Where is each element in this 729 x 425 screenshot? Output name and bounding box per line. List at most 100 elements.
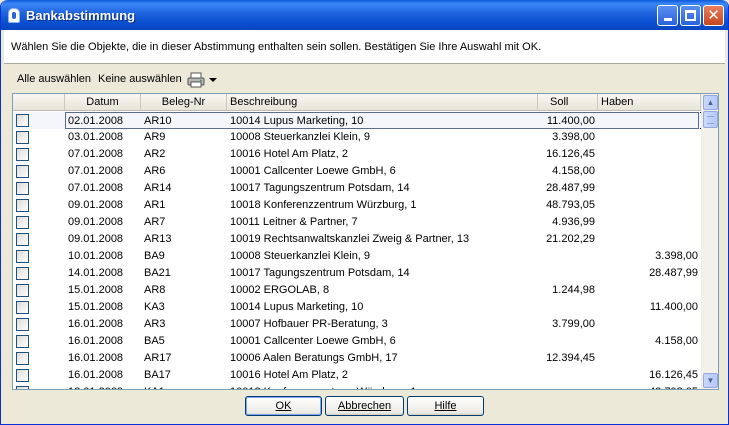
table-row[interactable]: 15.01.2008 AR8 10002 ERGOLAB, 8 1.244,98 <box>13 282 701 299</box>
row-checkbox[interactable] <box>16 386 29 389</box>
header-beschreibung[interactable]: Beschreibung <box>227 94 538 111</box>
cell-datum: 09.01.2008 <box>68 199 124 211</box>
row-checkbox[interactable] <box>16 369 29 382</box>
row-checkbox[interactable] <box>16 165 29 178</box>
header-datum[interactable]: Datum <box>65 94 141 111</box>
cell-datum: 09.01.2008 <box>68 233 124 245</box>
table-row[interactable]: 15.01.2008 KA3 10014 Lupus Marketing, 10 11… <box>13 299 701 316</box>
cell-haben: 48.793,05 <box>598 384 701 389</box>
table-row[interactable]: 07.01.2008 AR14 10017 Tagungszentrum Potsd… <box>13 180 701 197</box>
table-row[interactable]: 18.01.2008KA110018 Konferenzzentrum Würz… <box>13 384 701 389</box>
cell-check <box>13 180 65 197</box>
cell-beschreibung: 10001 Callcenter Loewe GmbH, 6 <box>230 335 396 347</box>
row-checkbox[interactable] <box>16 216 29 229</box>
table-row[interactable]: 16.01.2008 AR17 10006 Aalen Beratungs GmbH… <box>13 350 701 367</box>
cell-check <box>13 112 65 129</box>
row-checkbox[interactable] <box>16 284 29 297</box>
transaction-grid: Datum Beleg-Nr Beschreibung Soll Haben 0… <box>12 93 719 390</box>
cell-beleg-nr: AR8 <box>144 284 166 296</box>
vertical-scrollbar[interactable]: ▲ ▼ <box>701 94 718 389</box>
table-row[interactable]: 09.01.2008 AR7 10011 Leitner & Partner, 7 4… <box>13 214 701 231</box>
toolbar: Alle auswählen Keine auswählen <box>4 70 725 90</box>
cell-check <box>13 146 65 163</box>
cell-soll: 28.487,99 <box>546 182 595 194</box>
cell-beleg-nr: BA21 <box>144 267 171 279</box>
cell-beschreibung: 10008 Steuerkanzlei Klein, 9 <box>230 131 371 143</box>
table-row[interactable]: 03.01.2008 AR9 10008 Steuerkanzlei Klein, … <box>13 129 701 146</box>
cell-check <box>13 197 65 214</box>
cancel-button[interactable]: Abbrechen <box>325 396 404 416</box>
cell-soll <box>538 333 598 350</box>
ok-button[interactable]: OK <box>245 396 322 416</box>
header-haben[interactable]: Haben <box>598 94 701 111</box>
cell-beschreibung: 10018 Konferenzzentrum Würzburg, 1 <box>227 384 538 389</box>
row-checkbox[interactable] <box>16 301 29 314</box>
cell-haben <box>598 214 701 231</box>
row-checkbox[interactable] <box>16 352 29 365</box>
maximize-button[interactable] <box>680 5 701 26</box>
cell-check <box>13 350 65 367</box>
cell-haben <box>598 316 701 333</box>
row-checkbox[interactable] <box>16 318 29 331</box>
cell-beleg-nr: BA5 <box>144 335 165 347</box>
header-beleg-nr[interactable]: Beleg-Nr <box>141 94 227 111</box>
row-checkbox[interactable] <box>16 199 29 212</box>
cell-datum: 16.01.2008 <box>68 352 124 364</box>
print-dropdown-icon[interactable] <box>209 78 217 82</box>
cell-beleg-nr: AR7 <box>144 216 166 228</box>
cell-check <box>13 214 65 231</box>
row-checkbox[interactable] <box>16 182 29 195</box>
minimize-icon <box>663 18 672 21</box>
row-checkbox[interactable] <box>16 267 29 280</box>
table-row[interactable]: 02.01.2008 AR10 10014 Lupus Marketing, 10 1… <box>13 112 701 129</box>
cell-haben: 3.398,00 <box>655 250 698 262</box>
scroll-down-icon[interactable]: ▼ <box>703 373 718 388</box>
maximize-icon <box>685 10 696 21</box>
table-row[interactable]: 09.01.2008 AR13 10019 Rechtsanwaltskanzlei… <box>13 231 701 248</box>
table-row[interactable]: 16.01.2008 BA5 10001 Callcenter Loewe GmbH… <box>13 333 701 350</box>
cell-beschreibung: 10017 Tagungszentrum Potsdam, 14 <box>230 267 410 279</box>
header-check[interactable] <box>13 94 65 111</box>
minimize-button[interactable] <box>657 5 678 26</box>
cell-soll <box>538 265 598 282</box>
table-row[interactable]: 16.01.2008 AR3 10007 Hofbauer PR-Beratung,… <box>13 316 701 333</box>
row-checkbox[interactable] <box>16 114 29 127</box>
cell-check <box>13 163 65 180</box>
select-none-link[interactable]: Keine auswählen <box>98 73 182 85</box>
cell-beschreibung: 10014 Lupus Marketing, 10 <box>227 112 538 129</box>
row-checkbox[interactable] <box>16 250 29 263</box>
scroll-up-icon[interactable]: ▲ <box>703 95 718 110</box>
table-row[interactable]: 14.01.2008 BA21 10017 Tagungszentrum Potsd… <box>13 265 701 282</box>
header-soll[interactable]: Soll <box>538 94 598 111</box>
table-row[interactable]: 07.01.2008 AR2 10016 Hotel Am Platz, 2 16.1… <box>13 146 701 163</box>
cell-soll: 48.793,05 <box>546 199 595 211</box>
cell-haben <box>598 282 701 299</box>
printer-icon[interactable] <box>186 72 206 88</box>
grid-body: 02.01.2008 AR10 10014 Lupus Marketing, 10 1… <box>13 112 701 389</box>
title-bar[interactable]: Bankabstimmung ✕ <box>1 0 728 30</box>
row-checkbox[interactable] <box>16 131 29 144</box>
close-button[interactable]: ✕ <box>703 5 724 26</box>
help-button[interactable]: Hilfe <box>407 396 484 416</box>
row-checkbox[interactable] <box>16 233 29 246</box>
cell-haben <box>598 163 701 180</box>
row-checkbox[interactable] <box>16 148 29 161</box>
cell-datum: 07.01.2008 <box>68 182 124 194</box>
grid-header: Datum Beleg-Nr Beschreibung Soll Haben <box>13 94 701 111</box>
row-checkbox[interactable] <box>16 335 29 348</box>
cell-beleg-nr: AR1 <box>144 199 166 211</box>
table-row[interactable]: 16.01.2008 BA17 10016 Hotel Am Platz, 2 16.… <box>13 367 701 384</box>
cell-beschreibung: 10017 Tagungszentrum Potsdam, 14 <box>230 182 410 194</box>
cell-datum: 15.01.2008 <box>68 284 124 296</box>
cell-soll: 3.398,00 <box>552 131 595 143</box>
cell-datum: 16.01.2008 <box>68 369 124 381</box>
table-row[interactable]: 07.01.2008 AR6 10001 Callcenter Loewe GmbH… <box>13 163 701 180</box>
cell-check <box>13 316 65 333</box>
scroll-thumb[interactable] <box>703 111 718 128</box>
cell-haben: 11.400,00 <box>649 301 698 313</box>
cell-soll: 1.244,98 <box>552 284 595 296</box>
table-row[interactable]: 10.01.2008 BA9 10008 Steuerkanzlei Klein, … <box>13 248 701 265</box>
select-all-link[interactable]: Alle auswählen <box>17 73 91 85</box>
cell-beleg-nr: KA3 <box>144 301 165 313</box>
table-row[interactable]: 09.01.2008 AR1 10018 Konferenzzentrum Würz… <box>13 197 701 214</box>
